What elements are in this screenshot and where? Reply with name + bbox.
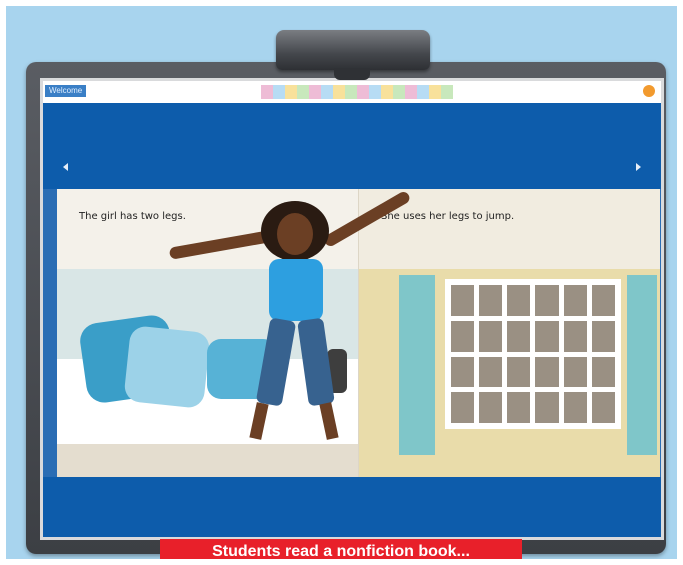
pillow bbox=[207, 339, 277, 399]
title-banner bbox=[261, 85, 453, 99]
caption-banner: Students read a nonfiction book... bbox=[160, 539, 522, 565]
home-link[interactable]: Welcome bbox=[45, 85, 87, 97]
window-pane bbox=[507, 285, 531, 316]
window bbox=[445, 279, 621, 429]
book-spread: The girl has two legs. She uses her legs… bbox=[57, 189, 660, 477]
window-pane bbox=[451, 356, 475, 388]
camera-mount bbox=[334, 68, 370, 80]
camera bbox=[276, 30, 430, 70]
book-page-left[interactable]: The girl has two legs. bbox=[57, 189, 358, 477]
curtain bbox=[627, 275, 657, 455]
window-pane bbox=[535, 320, 559, 352]
window-pane bbox=[479, 392, 503, 423]
window-pane bbox=[591, 356, 615, 388]
next-page-button[interactable] bbox=[636, 163, 641, 171]
app-topbar: Welcome bbox=[43, 81, 661, 103]
curtain bbox=[399, 275, 435, 455]
window-pane bbox=[535, 392, 559, 423]
window-pane bbox=[591, 320, 615, 352]
window-pane bbox=[591, 285, 615, 316]
window-pane bbox=[507, 356, 531, 388]
window-pane bbox=[479, 320, 503, 352]
window-pane bbox=[451, 392, 475, 423]
pillow bbox=[123, 325, 211, 409]
window-pane bbox=[591, 392, 615, 423]
window-pane bbox=[507, 320, 531, 352]
right-page-text: She uses her legs to jump. bbox=[381, 211, 515, 222]
window-pane bbox=[507, 392, 531, 423]
window-pane bbox=[535, 285, 559, 316]
window-pane bbox=[563, 356, 587, 388]
bed-edge bbox=[57, 444, 358, 477]
window-pane bbox=[563, 285, 587, 316]
left-page-text: The girl has two legs. bbox=[79, 211, 186, 222]
window-pane bbox=[535, 356, 559, 388]
window-pane bbox=[479, 285, 503, 316]
lamp bbox=[327, 349, 347, 393]
bottom-band bbox=[43, 477, 661, 537]
window-pane bbox=[451, 285, 475, 316]
sound-icon[interactable] bbox=[643, 85, 655, 97]
window-pane bbox=[479, 356, 503, 388]
prev-page-button[interactable] bbox=[63, 163, 68, 171]
window-pane bbox=[563, 320, 587, 352]
app-screen: Welcome The girl has two legs. She uses … bbox=[40, 78, 664, 540]
book-page-right[interactable]: She uses her legs to jump. bbox=[358, 189, 660, 477]
nav-band bbox=[43, 103, 661, 189]
window-pane bbox=[563, 392, 587, 423]
window-pane bbox=[451, 320, 475, 352]
